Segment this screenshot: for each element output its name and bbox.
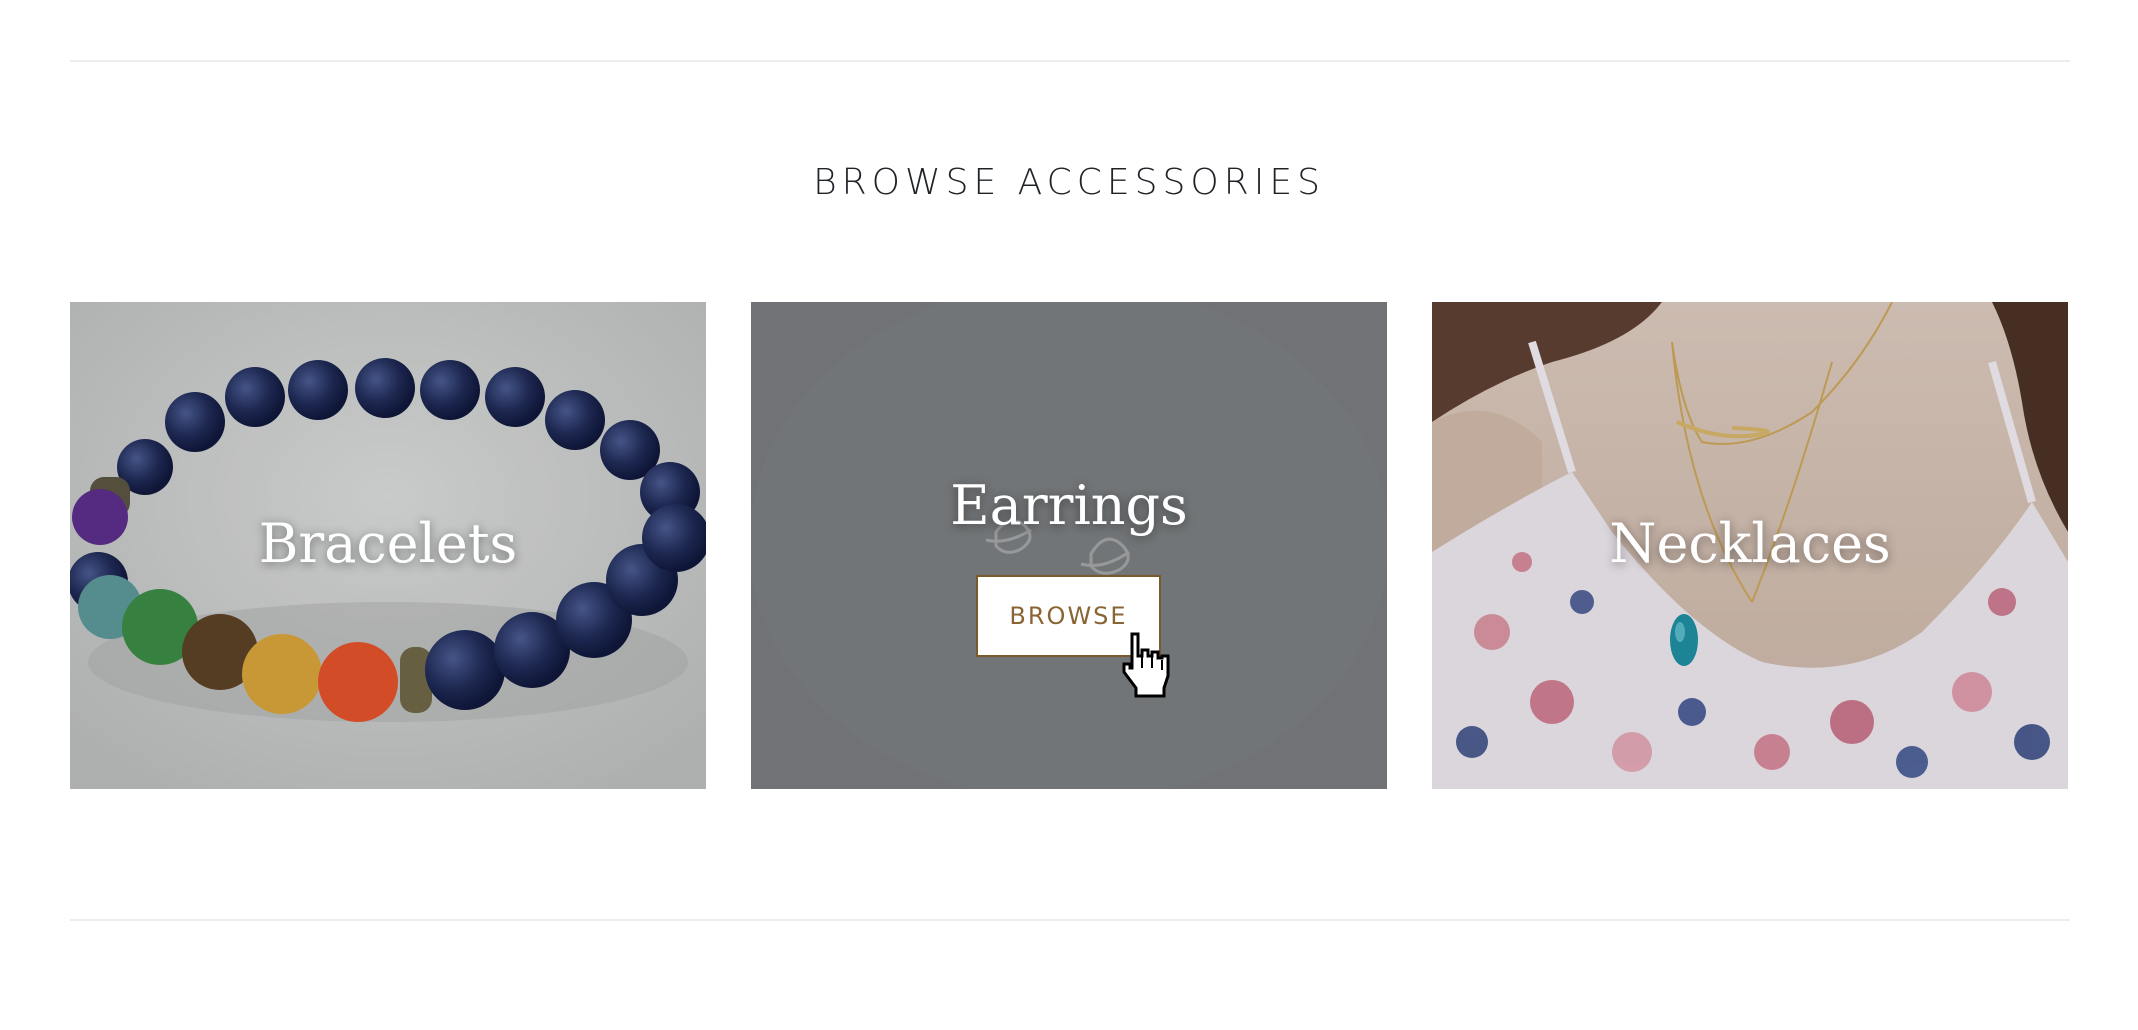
tile-bracelets[interactable]: Bracelets [70,302,706,789]
section-title: BROWSE ACCESSORIES [813,162,1325,203]
tile-necklaces[interactable]: Necklaces [1432,302,2068,789]
tile-overlay [751,302,1387,789]
pointer-hand-icon [1122,632,1170,698]
bottom-divider [70,919,2070,921]
tile-label-necklaces: Necklaces [1609,512,1891,575]
tile-label-earrings: Earrings [950,474,1188,537]
tile-earrings[interactable]: Earrings BROWSE [751,302,1387,789]
top-divider [70,60,2070,62]
tile-label-bracelets: Bracelets [258,512,518,575]
